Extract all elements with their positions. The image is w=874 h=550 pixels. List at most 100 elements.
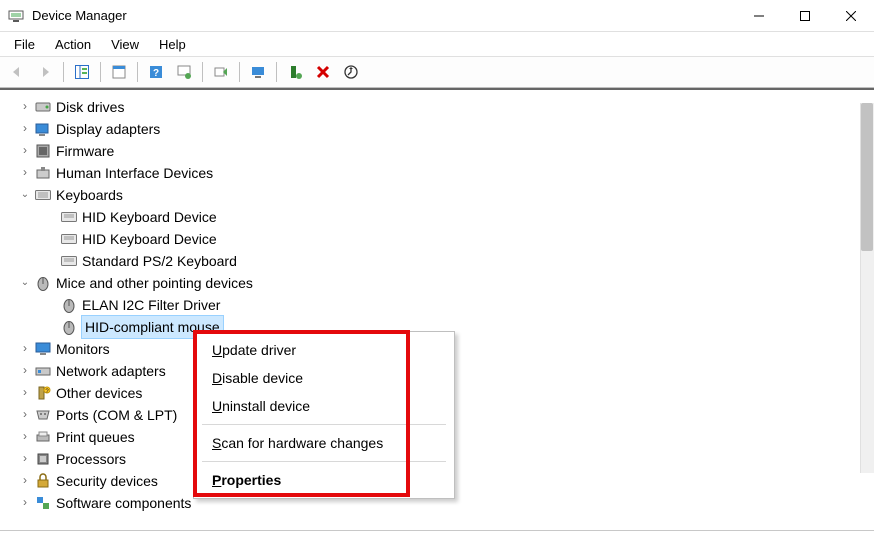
tree-node-keyboard-child[interactable]: Standard PS/2 Keyboard [44, 250, 874, 272]
show-hide-tree-button[interactable] [69, 60, 95, 84]
tree-label: Processors [56, 448, 126, 470]
chevron-right-icon[interactable] [18, 359, 32, 383]
tree-label: Human Interface Devices [56, 162, 213, 184]
svg-text:?: ? [153, 68, 159, 79]
chevron-right-icon[interactable] [18, 95, 32, 119]
update-driver-toolbar-button[interactable] [208, 60, 234, 84]
chevron-right-icon[interactable] [18, 491, 32, 515]
toolbar-button[interactable] [171, 60, 197, 84]
ports-icon [34, 407, 52, 423]
ctx-scan-hardware[interactable]: Scan for hardware changes [194, 429, 454, 457]
chevron-right-icon[interactable] [18, 139, 32, 163]
keyboard-icon [34, 187, 52, 203]
context-menu: Update driver Disable device Uninstall d… [193, 331, 455, 499]
status-bar [0, 530, 874, 550]
tree-node-keyboard-child[interactable]: HID Keyboard Device [44, 206, 874, 228]
monitor-icon [34, 341, 52, 357]
mouse-icon [60, 319, 78, 335]
minimize-button[interactable] [736, 0, 782, 32]
tree-label: Mice and other pointing devices [56, 272, 253, 294]
tree-label: Monitors [56, 338, 110, 360]
forward-button[interactable] [32, 60, 58, 84]
menubar: File Action View Help [0, 32, 874, 56]
tree-label: HID Keyboard Device [82, 228, 217, 250]
scan-hardware-toolbar-button[interactable] [338, 60, 364, 84]
tree-label: Display adapters [56, 118, 160, 140]
properties-toolbar-button[interactable] [106, 60, 132, 84]
hid-icon [34, 165, 52, 181]
tree-label: Other devices [56, 382, 142, 404]
chevron-right-icon[interactable] [18, 469, 32, 493]
processor-icon [34, 451, 52, 467]
chevron-right-icon[interactable] [18, 337, 32, 361]
toolbar-separator [276, 62, 277, 82]
tree-label: Ports (COM & LPT) [56, 404, 177, 426]
tree-node-firmware[interactable]: Firmware [18, 140, 874, 162]
display-adapter-icon [34, 121, 52, 137]
tree-label: Keyboards [56, 184, 123, 206]
tree-label: Network adapters [56, 360, 166, 382]
chevron-right-icon[interactable] [18, 425, 32, 449]
toolbar: ? [0, 56, 874, 88]
tree-node-keyboard-child[interactable]: HID Keyboard Device [44, 228, 874, 250]
network-icon [34, 363, 52, 379]
vertical-scrollbar[interactable] [860, 103, 874, 473]
tree-node-disk-drives[interactable]: Disk drives [18, 96, 874, 118]
back-button[interactable] [4, 60, 30, 84]
tree-node-hid[interactable]: Human Interface Devices [18, 162, 874, 184]
menu-help[interactable]: Help [149, 35, 196, 54]
ctx-update-driver[interactable]: Update driver [194, 336, 454, 364]
security-icon [34, 473, 52, 489]
keyboard-icon [60, 209, 78, 225]
disable-toolbar-button[interactable] [245, 60, 271, 84]
menu-file[interactable]: File [4, 35, 45, 54]
maximize-button[interactable] [782, 0, 828, 32]
help-toolbar-button[interactable]: ? [143, 60, 169, 84]
tree-label: Software components [56, 492, 191, 514]
tree-node-mice[interactable]: Mice and other pointing devices [18, 272, 874, 294]
printer-icon [34, 429, 52, 445]
chevron-down-icon[interactable] [18, 272, 32, 294]
other-device-icon: ? [34, 385, 52, 401]
tree-label: ELAN I2C Filter Driver [82, 294, 220, 316]
tree-node-display-adapters[interactable]: Display adapters [18, 118, 874, 140]
chevron-right-icon[interactable] [18, 117, 32, 141]
window-controls [736, 0, 874, 32]
firmware-icon [34, 143, 52, 159]
ctx-separator [202, 424, 446, 425]
tree-label: HID Keyboard Device [82, 206, 217, 228]
ctx-uninstall-device[interactable]: Uninstall device [194, 392, 454, 420]
toolbar-separator [100, 62, 101, 82]
tree-node-hid-mouse[interactable]: HID-compliant mouse [44, 316, 874, 338]
scrollbar-thumb[interactable] [861, 103, 873, 251]
keyboard-icon [60, 231, 78, 247]
window-title: Device Manager [32, 8, 736, 23]
toolbar-separator [239, 62, 240, 82]
keyboard-icon [60, 253, 78, 269]
ctx-properties[interactable]: Properties [194, 466, 454, 494]
close-button[interactable] [828, 0, 874, 32]
mouse-icon [34, 275, 52, 291]
chevron-right-icon[interactable] [18, 161, 32, 185]
ctx-separator [202, 461, 446, 462]
chevron-right-icon[interactable] [18, 447, 32, 471]
content-area: Disk drives Display adapters Firmware Hu… [0, 88, 874, 530]
uninstall-toolbar-button[interactable] [310, 60, 336, 84]
tree-label: Standard PS/2 Keyboard [82, 250, 237, 272]
software-icon [34, 495, 52, 511]
ctx-disable-device[interactable]: Disable device [194, 364, 454, 392]
tree-node-keyboards[interactable]: Keyboards [18, 184, 874, 206]
device-toolbar-button[interactable] [282, 60, 308, 84]
tree-label: Disk drives [56, 96, 124, 118]
menu-view[interactable]: View [101, 35, 149, 54]
titlebar: Device Manager [0, 0, 874, 32]
chevron-right-icon[interactable] [18, 381, 32, 405]
menu-action[interactable]: Action [45, 35, 101, 54]
mouse-icon [60, 297, 78, 313]
toolbar-separator [202, 62, 203, 82]
devmgr-icon [8, 8, 24, 24]
tree-node-mouse-child[interactable]: ELAN I2C Filter Driver [44, 294, 874, 316]
chevron-down-icon[interactable] [18, 184, 32, 206]
chevron-right-icon[interactable] [18, 403, 32, 427]
tree-label: Security devices [56, 470, 158, 492]
